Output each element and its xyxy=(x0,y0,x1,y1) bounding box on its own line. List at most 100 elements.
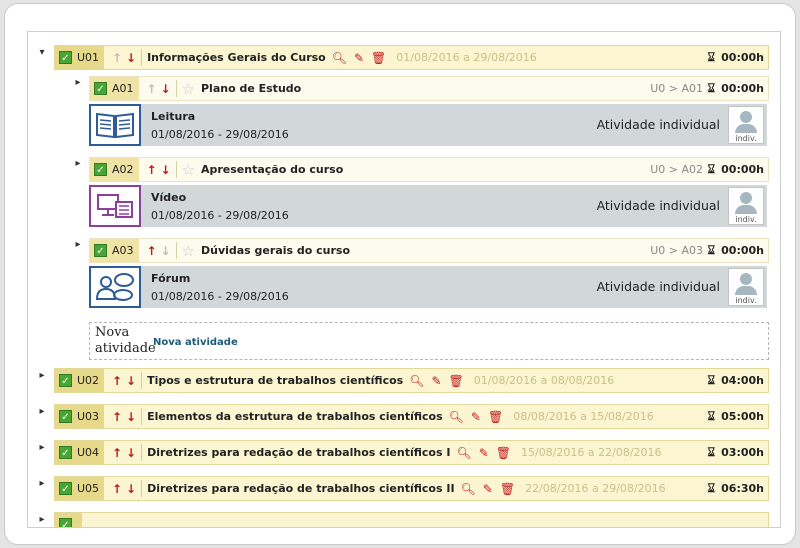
avatar-label: indiv. xyxy=(735,134,757,143)
edit-icon[interactable]: ✎ xyxy=(483,482,493,496)
trash-icon[interactable]: 🗑︎ xyxy=(500,482,515,496)
collapse-toggle-u01[interactable]: ▾ xyxy=(36,47,48,59)
hourglass-icon: ⌛︎ xyxy=(707,50,716,64)
check-icon: ✓ xyxy=(59,482,72,495)
divider xyxy=(141,372,143,389)
new-activity-image[interactable]: Nova atividade xyxy=(95,325,156,357)
move-down-icon[interactable]: ↓ xyxy=(124,446,138,460)
divider xyxy=(141,480,143,497)
move-down-icon[interactable]: ↓ xyxy=(124,482,138,496)
unit-title[interactable]: Diretrizes para redação de trabalhos cie… xyxy=(147,446,450,459)
star-icon[interactable]: ☆ xyxy=(182,80,195,98)
hourglass-icon: ⌛︎ xyxy=(707,243,716,257)
move-down-icon[interactable]: ↓ xyxy=(124,51,138,65)
unit-row-u05[interactable]: ✓ U05 ↑ ↓ Diretrizes para redação de trab… xyxy=(54,476,769,501)
activity-hours-value: 00:00h xyxy=(721,163,764,176)
move-up-icon[interactable]: ↑ xyxy=(110,374,124,388)
search-icon[interactable]: 🔍︎ xyxy=(456,446,471,460)
unit-row-u04[interactable]: ✓ U04 ↑ ↓ Diretrizes para redação de trab… xyxy=(54,440,769,465)
check-icon: ✓ xyxy=(59,410,72,423)
expand-toggle-next[interactable]: ▸ xyxy=(36,514,48,526)
unit-title[interactable]: Elementos da estrutura de trabalhos cien… xyxy=(147,410,443,423)
course-structure-panel: ▾ ✓ U01 ↑ ↓ Informações Gerais do Curso 🔍… xyxy=(27,31,781,528)
activity-title[interactable]: Plano de Estudo xyxy=(201,82,301,95)
activity-title[interactable]: Dúvidas gerais do curso xyxy=(201,244,350,257)
unit-hours: ⌛︎ 05:00h xyxy=(708,409,764,424)
avatar-body xyxy=(735,205,757,214)
check-icon: ✓ xyxy=(59,51,72,64)
expand-toggle-u03[interactable]: ▸ xyxy=(36,406,48,418)
activity-hours: ⌛︎ 00:00h xyxy=(708,81,764,96)
activity-type-name: Fórum xyxy=(151,272,191,285)
check-icon: ✓ xyxy=(59,446,72,459)
search-icon[interactable]: 🔍︎ xyxy=(449,410,464,424)
search-icon[interactable]: 🔍︎ xyxy=(461,482,476,496)
unit-title[interactable]: Informações Gerais do Curso xyxy=(147,51,326,64)
avatar-head xyxy=(740,273,752,285)
move-down-icon[interactable]: ↓ xyxy=(124,410,138,424)
move-down-icon[interactable]: ↓ xyxy=(159,163,173,177)
expand-toggle-u05[interactable]: ▸ xyxy=(36,478,48,490)
trash-icon[interactable]: 🗑︎ xyxy=(371,51,386,65)
chevron-right-icon: ▸ xyxy=(39,406,45,417)
move-up-icon[interactable]: ↑ xyxy=(110,446,124,460)
hourglass-icon: ⌛︎ xyxy=(707,445,716,459)
video-icon[interactable] xyxy=(89,185,141,227)
reorder-arrows: ↑ ↓ xyxy=(110,410,138,424)
activity-type-name: Vídeo xyxy=(151,191,187,204)
expand-toggle-u02[interactable]: ▸ xyxy=(36,370,48,382)
search-icon[interactable]: 🔍︎ xyxy=(332,51,347,65)
move-up-icon[interactable]: ↑ xyxy=(145,163,159,177)
search-icon[interactable]: 🔍︎ xyxy=(409,374,424,388)
activity-row-a02[interactable]: ✓ A02 ↑ ↓ ☆ Apresentação do curso U0 > A0… xyxy=(89,157,769,182)
expand-toggle-a01[interactable]: ▸ xyxy=(72,77,84,89)
activity-row-a03[interactable]: ✓ A03 ↑ ↓ ☆ Dúvidas gerais do curso U0 > … xyxy=(89,238,769,263)
expand-toggle-a02[interactable]: ▸ xyxy=(72,158,84,170)
check-icon: ✓ xyxy=(59,518,72,527)
activity-kind: Atividade individual xyxy=(596,198,720,213)
expand-toggle-u04[interactable]: ▸ xyxy=(36,442,48,454)
star-icon[interactable]: ☆ xyxy=(182,161,195,179)
unit-row-u03[interactable]: ✓ U03 ↑ ↓ Elementos da estrutura de traba… xyxy=(54,404,769,429)
unit-title[interactable]: Tipos e estrutura de trabalhos científic… xyxy=(147,374,403,387)
move-down-icon[interactable]: ↓ xyxy=(124,374,138,388)
activity-hours-value: 00:00h xyxy=(721,244,764,257)
unit-hours-value: 06:30h xyxy=(721,482,764,495)
book-icon[interactable] xyxy=(89,104,141,146)
move-up-icon[interactable]: ↑ xyxy=(110,410,124,424)
unit-row-u02[interactable]: ✓ U02 ↑ ↓ Tipos e estrutura de trabalhos … xyxy=(54,368,769,393)
edit-icon[interactable]: ✎ xyxy=(431,374,441,388)
hourglass-icon: ⌛︎ xyxy=(707,409,716,423)
new-activity-box[interactable]: Nova atividade Nova atividade xyxy=(89,322,769,360)
unit-row-u01[interactable]: ✓ U01 ↑ ↓ Informações Gerais do Curso 🔍︎ … xyxy=(54,45,769,70)
individual-avatar: indiv. xyxy=(728,268,764,306)
edit-icon[interactable]: ✎ xyxy=(354,51,364,65)
unit-dates: 01/08/2016 a 08/08/2016 xyxy=(473,374,615,387)
move-up-icon[interactable]: ↑ xyxy=(145,244,159,258)
edit-icon[interactable]: ✎ xyxy=(479,446,489,460)
edit-icon[interactable]: ✎ xyxy=(471,410,481,424)
check-icon: ✓ xyxy=(94,163,107,176)
trash-icon[interactable]: 🗑︎ xyxy=(488,410,503,424)
activity-title[interactable]: Apresentação do curso xyxy=(201,163,343,176)
activity-type-name: Leitura xyxy=(151,110,196,123)
move-up-icon: ↑ xyxy=(146,81,157,96)
forum-icon[interactable] xyxy=(89,266,141,308)
trash-icon[interactable]: 🗑︎ xyxy=(496,446,511,460)
unit-row-partial[interactable]: ✓ xyxy=(54,512,769,527)
move-up-icon[interactable]: ↑ xyxy=(110,482,124,496)
new-activity-link[interactable]: Nova atividade xyxy=(153,337,238,348)
activity-row-a01[interactable]: ✓ A01 ↑ ↓ ☆ Plano de Estudo U0 > A01 ⌛︎ 00… xyxy=(89,76,769,101)
expand-toggle-a03[interactable]: ▸ xyxy=(72,239,84,251)
unit-title[interactable]: Diretrizes para redação de trabalhos cie… xyxy=(147,482,454,495)
move-down-icon[interactable]: ↓ xyxy=(159,82,173,96)
reorder-arrows: ↑ ↓ xyxy=(110,374,138,388)
trash-icon[interactable]: 🗑︎ xyxy=(449,374,464,388)
unit-dates: 01/08/2016 a 29/08/2016 xyxy=(396,51,537,64)
star-icon[interactable]: ☆ xyxy=(182,242,195,260)
reorder-arrows: ↑ ↓ xyxy=(145,82,173,96)
unit-code: U02 xyxy=(77,374,100,387)
activity-code: A02 xyxy=(112,163,134,176)
chevron-right-icon: ▸ xyxy=(39,514,45,525)
unit-code-cell: ✓ U05 xyxy=(55,477,105,500)
